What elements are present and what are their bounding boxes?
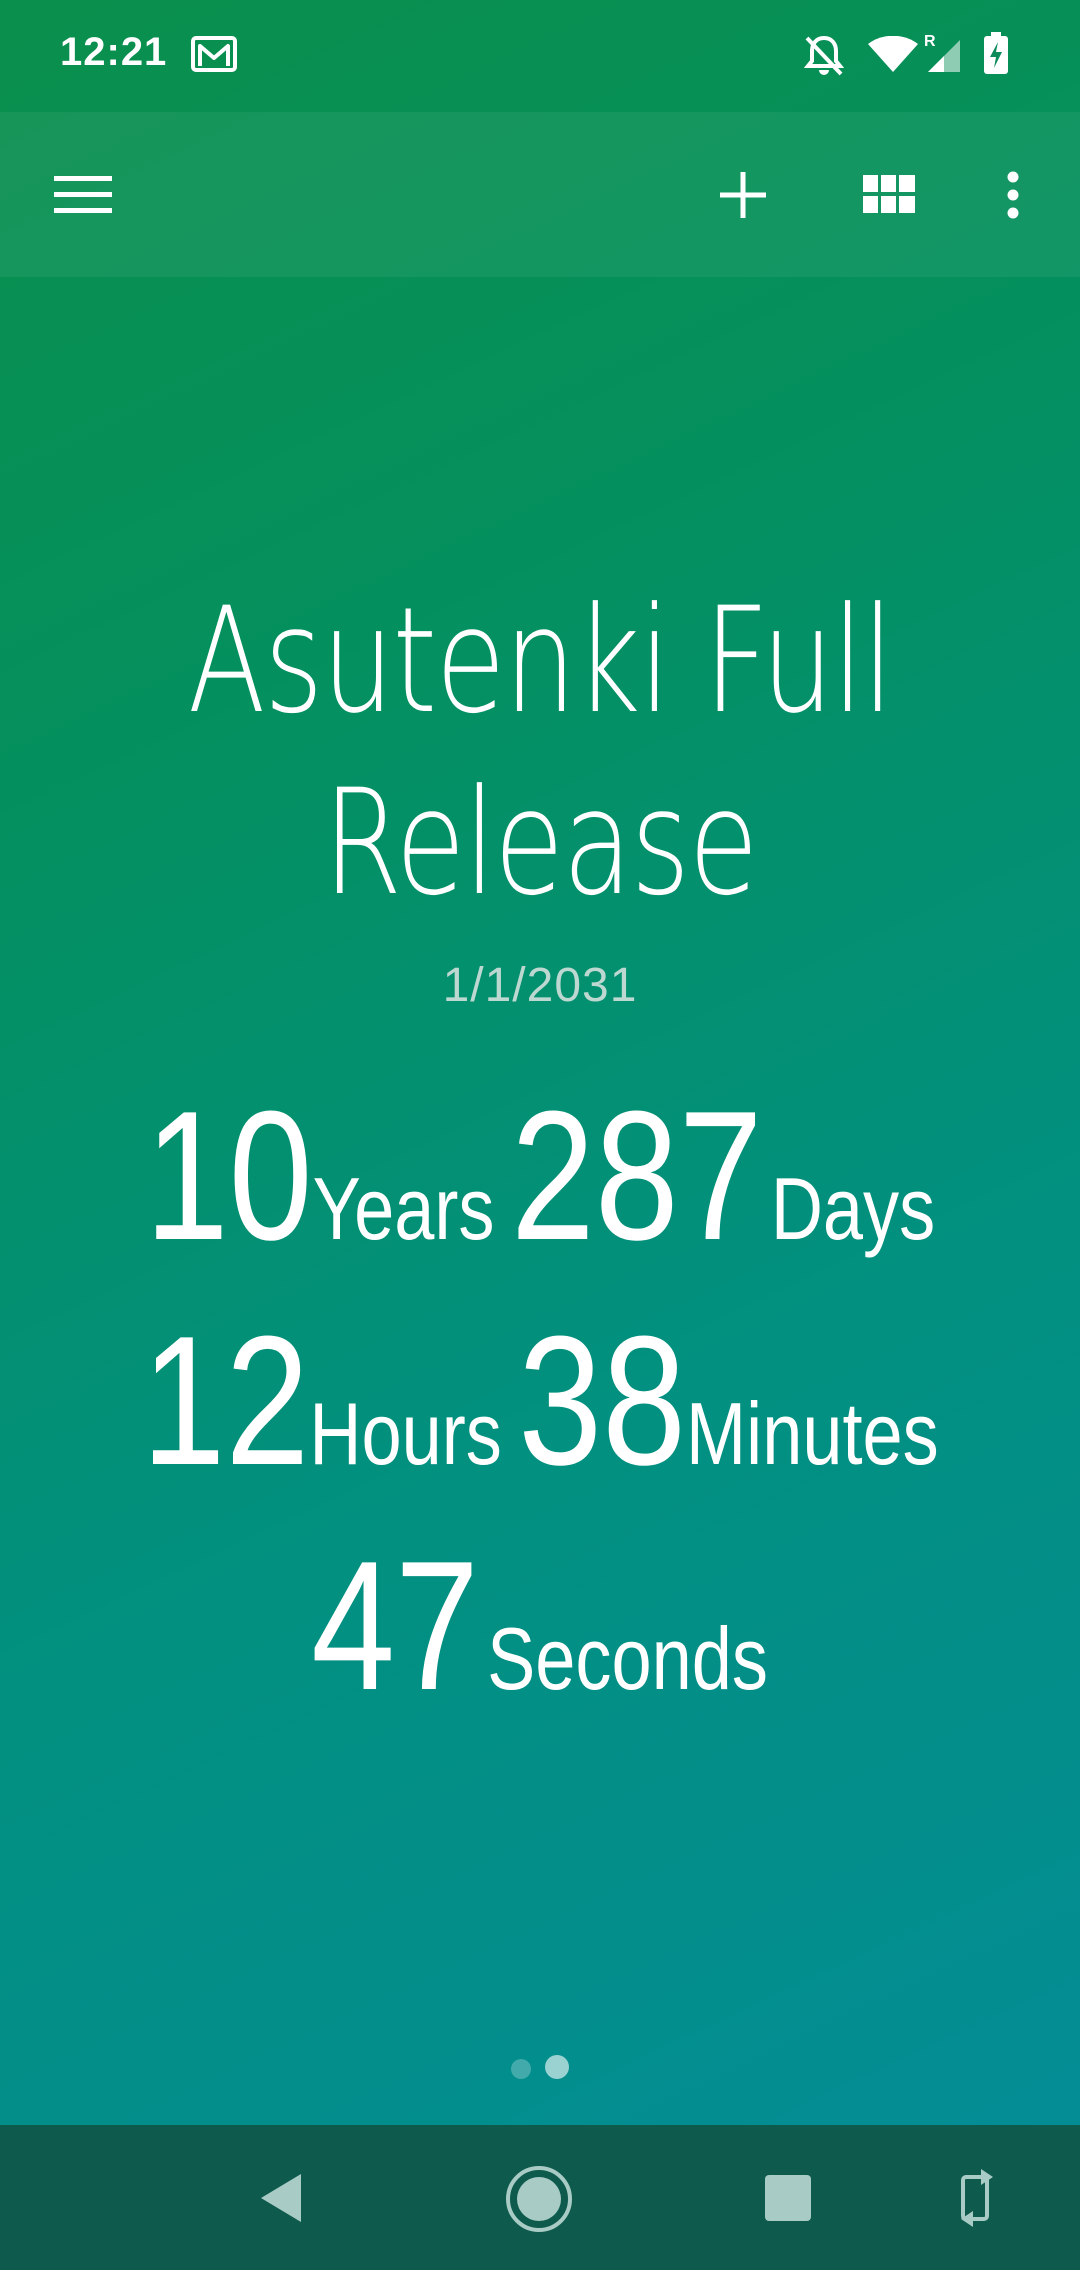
event-date: 1/1/2031 <box>442 959 638 1012</box>
page-dot-1[interactable] <box>511 2059 531 2079</box>
system-nav-bar <box>0 2125 1080 2270</box>
minutes-label: Minutes <box>685 1384 939 1483</box>
years-label: Years <box>312 1159 495 1258</box>
notifications-off-icon <box>803 34 845 83</box>
hours-label: Hours <box>309 1384 502 1483</box>
countdown-screen: 12:21 R Asutenki Full Release 1/1/2031 1… <box>0 0 1080 2270</box>
wifi-icon <box>868 35 918 79</box>
grid-icon[interactable] <box>846 152 932 238</box>
status-time: 12:21 <box>60 30 168 74</box>
back-icon[interactable] <box>255 2170 307 2231</box>
app-toolbar <box>0 112 1080 277</box>
gmail-icon <box>190 34 238 79</box>
seconds-label: Seconds <box>487 1609 769 1708</box>
menu-icon[interactable] <box>40 152 126 238</box>
roaming-label: R <box>924 33 936 50</box>
countdown-row-hours-minutes: 12Hours38Minutes <box>0 1300 1080 1500</box>
hours-value: 12 <box>141 1297 310 1503</box>
more-vert-icon[interactable] <box>978 152 1048 238</box>
status-bar: 12:21 R <box>0 0 1080 112</box>
years-value: 10 <box>144 1072 313 1278</box>
days-label: Days <box>770 1159 936 1258</box>
countdown-row-seconds: 47Seconds <box>0 1525 1080 1725</box>
battery-charging-icon <box>982 32 1010 81</box>
rotate-icon[interactable] <box>957 2167 997 2232</box>
home-icon[interactable] <box>505 2165 573 2238</box>
add-icon[interactable] <box>700 152 786 238</box>
days-value: 287 <box>510 1072 763 1278</box>
seconds-value: 47 <box>311 1522 480 1728</box>
page-dot-2-active[interactable] <box>545 2055 569 2079</box>
countdown-row-years-days: 10Years287Days <box>0 1075 1080 1275</box>
recents-icon[interactable] <box>765 2175 811 2226</box>
event-title: Asutenki Full Release <box>166 570 915 934</box>
minutes-value: 38 <box>518 1297 686 1503</box>
event-title-line1: Asutenki Full <box>187 576 894 746</box>
event-title-line2: Release <box>322 758 759 928</box>
page-indicator <box>0 2055 1080 2084</box>
signal-icon: R <box>922 30 964 79</box>
